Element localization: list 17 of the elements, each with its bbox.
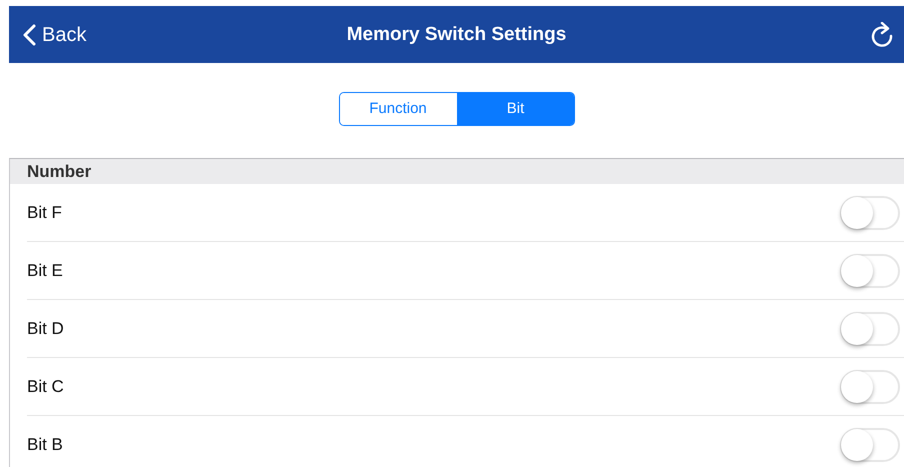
back-button[interactable]: Back: [9, 6, 86, 63]
segment-tab[interactable]: Bit: [456, 93, 574, 125]
toggle-switch[interactable]: [840, 428, 900, 462]
toggle-switch[interactable]: [840, 312, 900, 346]
setting-label: Bit C: [27, 376, 64, 398]
toggle-switch[interactable]: [840, 196, 900, 230]
setting-label: Bit D: [27, 318, 64, 340]
refresh-icon: [870, 22, 894, 48]
toggle-switch[interactable]: [840, 254, 900, 288]
chevron-left-icon: [23, 24, 36, 46]
setting-label: Bit F: [27, 202, 62, 224]
page-title: Memory Switch Settings: [346, 24, 566, 45]
setting-label: Bit E: [27, 260, 63, 282]
setting-label: Bit B: [27, 434, 63, 456]
section-title: Number: [26, 162, 92, 181]
toggle-switch[interactable]: [840, 370, 900, 404]
refresh-button[interactable]: [870, 22, 894, 48]
